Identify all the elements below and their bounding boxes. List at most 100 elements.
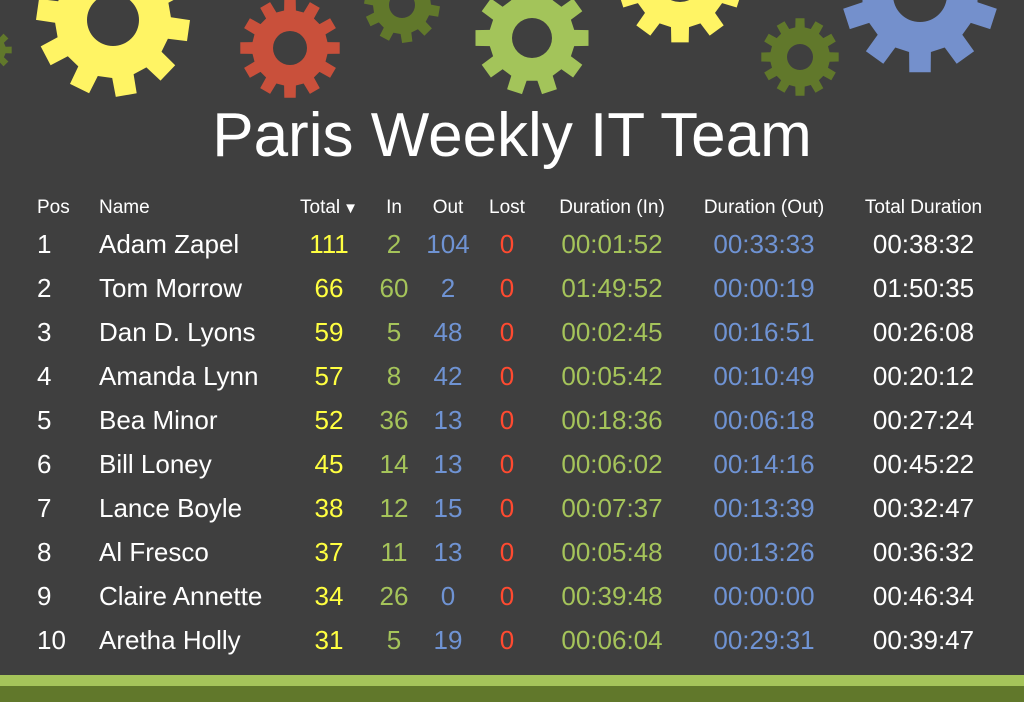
row-in: 8 <box>386 360 402 391</box>
gear-shape <box>0 33 12 67</box>
page-title: Paris Weekly IT Team <box>212 101 812 170</box>
row-total: 59 <box>314 316 344 347</box>
footer-stripe-light <box>0 675 1024 686</box>
row-out: 15 <box>433 492 463 523</box>
row-duration-out: 00:00:00 <box>713 580 815 611</box>
row-pos: 1 <box>37 228 52 259</box>
row-duration-in: 00:02:45 <box>561 316 663 347</box>
row-in: 14 <box>379 448 409 479</box>
column-header-name[interactable]: Name <box>99 194 289 222</box>
row-in: 26 <box>379 580 409 611</box>
row-pos: 5 <box>37 404 52 435</box>
table-row[interactable]: 2 Tom Morrow 66 60 2 0 01:49:52 00:00:19 01:50:3… <box>28 266 1006 310</box>
row-pos: 4 <box>37 360 52 391</box>
row-total-duration: 00:32:47 <box>872 492 975 523</box>
row-name: Lance Boyle <box>99 492 243 523</box>
row-in: 2 <box>386 228 402 259</box>
row-pos: 7 <box>37 492 52 523</box>
row-duration-out: 00:33:33 <box>713 228 815 259</box>
row-pos: 6 <box>37 448 52 479</box>
column-header-total[interactable]: Total ▼ <box>289 194 369 222</box>
row-name: Tom Morrow <box>99 272 243 303</box>
table-row[interactable]: 3 Dan D. Lyons 59 5 48 0 00:02:45 00:16:51 00:26… <box>28 310 1006 354</box>
row-in: 60 <box>379 272 409 303</box>
row-name: Amanda Lynn <box>99 360 259 391</box>
column-header-duration-out[interactable]: Duration (Out) <box>687 194 841 222</box>
row-name: Adam Zapel <box>99 228 240 259</box>
row-lost: 0 <box>499 272 515 303</box>
row-name: Aretha Holly <box>99 624 241 655</box>
row-out: 0 <box>440 580 456 611</box>
row-in: 11 <box>380 536 408 567</box>
row-total-duration: 00:20:12 <box>872 360 975 391</box>
row-duration-out: 00:13:39 <box>713 492 815 523</box>
table-row[interactable]: 1 Adam Zapel 111 2 104 0 00:01:52 00:33:33 00:38… <box>28 222 1006 266</box>
row-in: 36 <box>379 404 409 435</box>
row-out: 13 <box>433 448 463 479</box>
row-total: 38 <box>314 492 344 523</box>
gear-icon <box>240 0 340 98</box>
column-header-lost[interactable]: Lost <box>477 194 537 222</box>
row-duration-in: 00:18:36 <box>561 404 663 435</box>
table-row[interactable]: 9 Claire Annette 34 26 0 0 00:39:48 00:00:00 00:… <box>28 574 1006 618</box>
row-name: Bea Minor <box>99 404 218 435</box>
table-header-row: Pos Name Total ▼ In Out Lost Duration (In… <box>28 194 1006 222</box>
row-duration-out: 00:10:49 <box>713 360 815 391</box>
table-row[interactable]: 5 Bea Minor 52 36 13 0 00:18:36 00:06:18 00:27:2… <box>28 398 1006 442</box>
gear-icon <box>620 0 740 43</box>
gear-icon <box>0 33 12 67</box>
row-lost: 0 <box>499 492 515 523</box>
sort-descending-icon: ▼ <box>343 200 358 217</box>
row-total: 57 <box>314 360 344 391</box>
row-total: 34 <box>314 580 344 611</box>
row-duration-out: 00:13:26 <box>713 536 815 567</box>
table-row[interactable]: 7 Lance Boyle 38 12 15 0 00:07:37 00:13:39 00:32… <box>28 486 1006 530</box>
row-total: 45 <box>314 448 344 479</box>
column-header-duration-in[interactable]: Duration (In) <box>537 194 687 222</box>
row-total: 52 <box>314 404 344 435</box>
row-pos: 2 <box>37 272 52 303</box>
gear-shape <box>475 0 589 95</box>
column-header-out[interactable]: Out <box>419 194 477 222</box>
row-pos: 9 <box>37 580 52 611</box>
row-total-duration: 00:38:32 <box>872 228 975 259</box>
row-pos: 3 <box>37 316 52 347</box>
row-duration-out: 00:06:18 <box>713 404 815 435</box>
row-total: 37 <box>314 536 344 567</box>
table-body: 1 Adam Zapel 111 2 104 0 00:01:52 00:33:33 00:38… <box>28 222 1006 662</box>
column-header-in[interactable]: In <box>369 194 419 222</box>
row-lost: 0 <box>499 404 515 435</box>
row-name: Dan D. Lyons <box>99 316 256 347</box>
row-total-duration: 00:27:24 <box>872 404 975 435</box>
row-in: 12 <box>379 492 409 523</box>
row-pos: 10 <box>37 624 66 655</box>
row-duration-out: 00:14:16 <box>713 448 815 479</box>
row-out: 13 <box>433 404 463 435</box>
row-duration-in: 01:49:52 <box>561 272 663 303</box>
row-name: Al Fresco <box>99 536 209 567</box>
table-row[interactable]: 6 Bill Loney 45 14 13 0 00:06:02 00:14:16 00:45:… <box>28 442 1006 486</box>
table-row[interactable]: 10 Aretha Holly 31 5 19 0 00:06:04 00:29:31 00:3… <box>28 618 1006 662</box>
row-lost: 0 <box>499 580 515 611</box>
row-duration-in: 00:05:48 <box>561 536 663 567</box>
row-lost: 0 <box>499 316 515 347</box>
column-header-pos[interactable]: Pos <box>28 194 99 222</box>
row-duration-out: 00:16:51 <box>713 316 815 347</box>
row-total: 31 <box>314 624 344 655</box>
row-out: 19 <box>433 624 463 655</box>
table-row[interactable]: 4 Amanda Lynn 57 8 42 0 00:05:42 00:10:49 00:20:… <box>28 354 1006 398</box>
gear-icon <box>36 0 190 97</box>
row-total-duration: 00:45:22 <box>872 448 975 479</box>
row-total-duration: 00:36:32 <box>872 536 975 567</box>
gear-icon <box>761 18 839 96</box>
gear-icon <box>843 0 997 73</box>
row-out: 104 <box>426 228 470 259</box>
row-name: Bill Loney <box>99 448 212 479</box>
row-in: 5 <box>386 624 402 655</box>
table-row[interactable]: 8 Al Fresco 37 11 13 0 00:05:48 00:13:26 00:36:3… <box>28 530 1006 574</box>
column-header-total-duration[interactable]: Total Duration <box>841 194 1006 222</box>
row-out: 2 <box>440 272 456 303</box>
row-out: 13 <box>433 536 463 567</box>
row-lost: 0 <box>499 536 515 567</box>
row-total: 66 <box>314 272 344 303</box>
